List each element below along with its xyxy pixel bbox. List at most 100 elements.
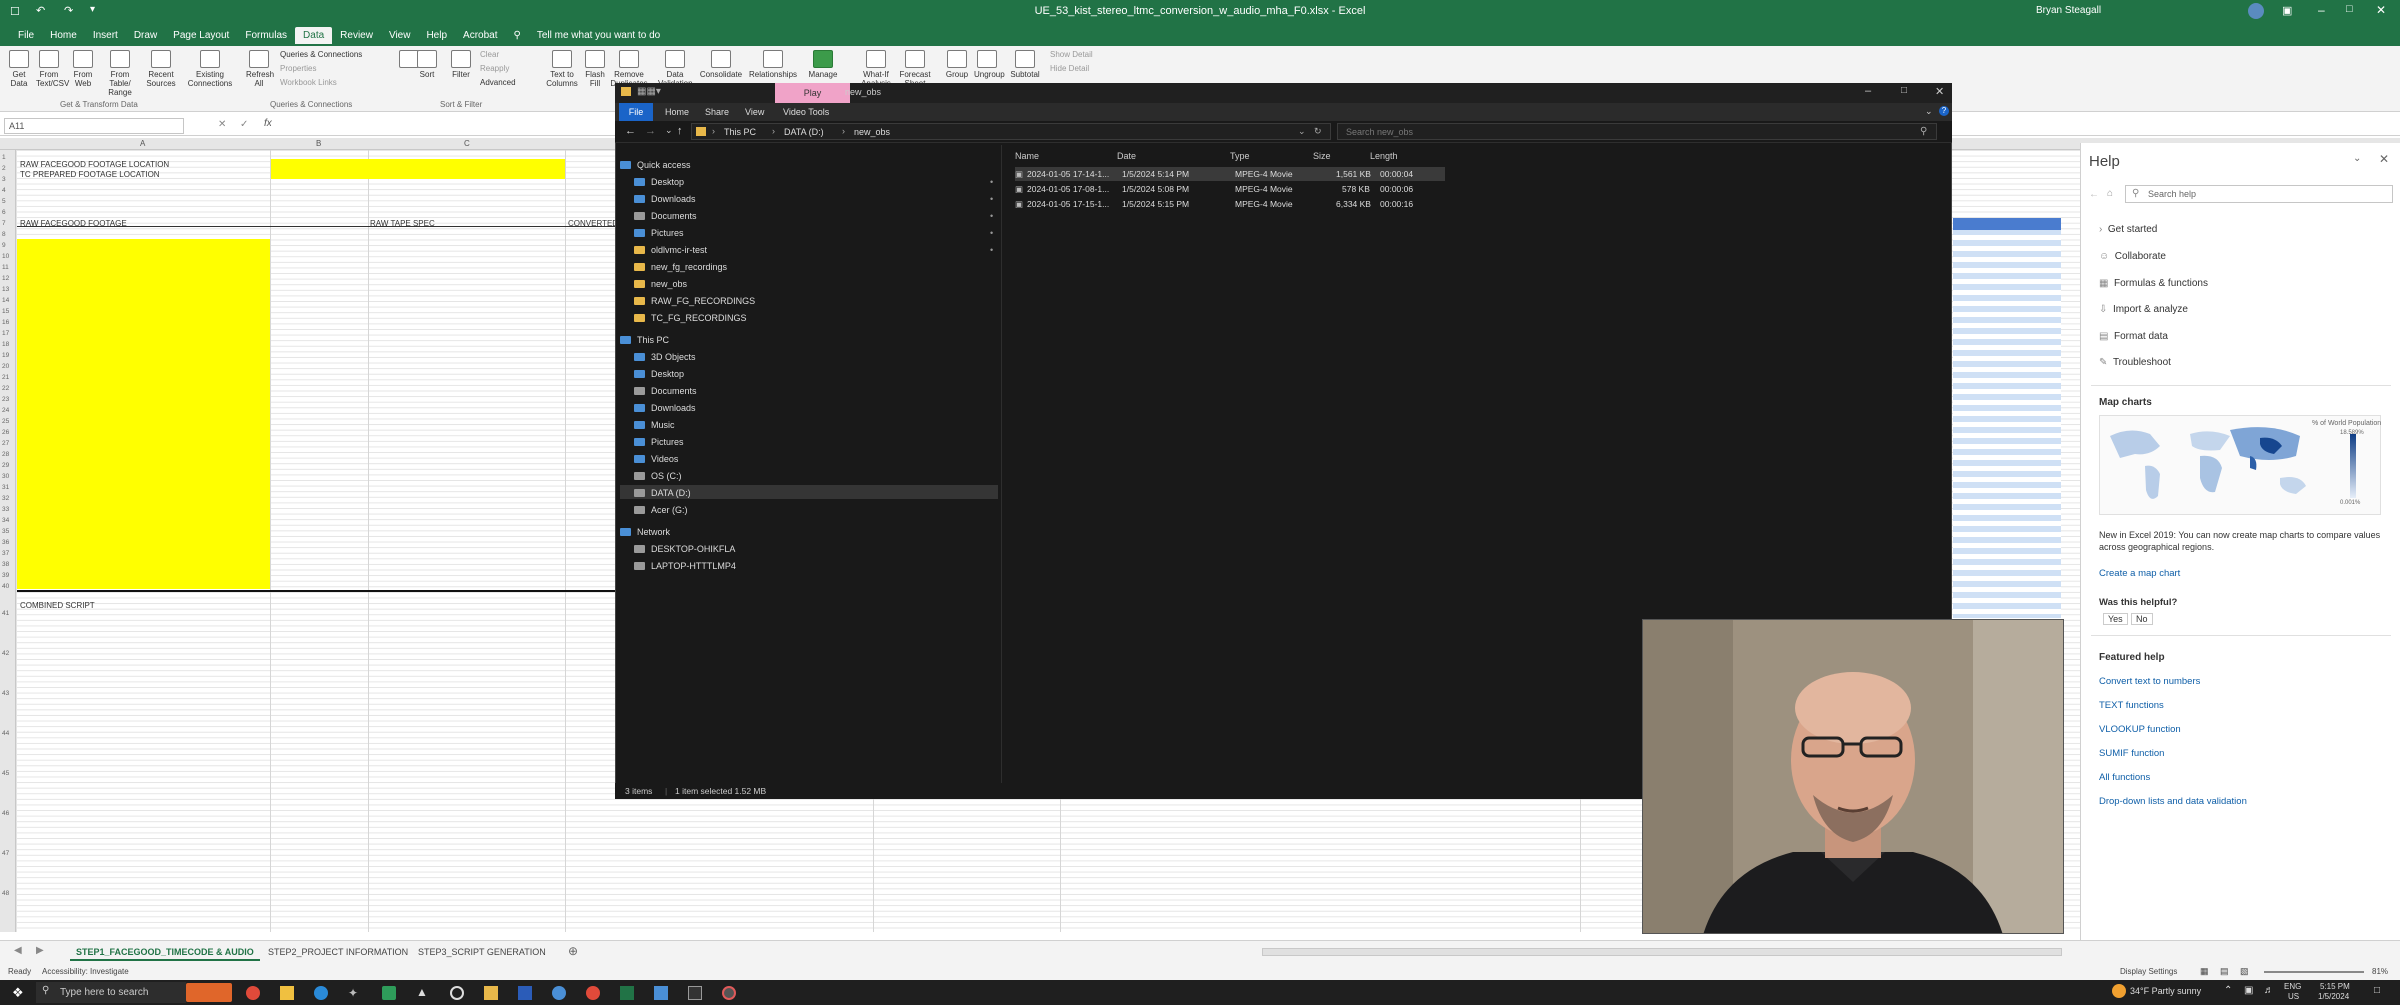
helpful-yes-button[interactable]: Yes — [2103, 613, 2128, 625]
row-number[interactable]: 26 — [2, 429, 9, 436]
nav-pc-item[interactable]: Videos — [634, 454, 678, 464]
undo-icon[interactable]: ↶ — [36, 4, 45, 17]
up-arrow-icon[interactable]: ↑ — [677, 125, 683, 137]
advanced-button[interactable]: Advanced — [480, 78, 516, 87]
explorer-search-box[interactable]: Search new_obs ⚲ — [1337, 123, 1937, 140]
app-icon[interactable]: ▲ — [416, 985, 428, 999]
row-number[interactable]: 37 — [2, 550, 9, 557]
nav-qa-folder[interactable]: new_fg_recordings — [634, 262, 727, 272]
nav-this-pc[interactable]: This PC — [620, 335, 669, 345]
tell-me-search[interactable]: Tell me what you want to do — [529, 27, 668, 44]
file-row[interactable]: ▣ 2024-01-05 17-08-1... 1/5/2024 5:08 PM… — [1015, 182, 1445, 196]
row-number[interactable]: 12 — [2, 275, 9, 282]
close-icon[interactable]: ✕ — [2376, 3, 2386, 17]
flash-fill-button[interactable]: Flash Fill — [582, 50, 608, 90]
tab-help[interactable]: Help — [418, 27, 455, 44]
row-number[interactable]: 40 — [2, 583, 9, 590]
expand-ribbon-icon[interactable]: ⌄ — [1925, 106, 1933, 117]
explorer-close-icon[interactable]: ✕ — [1935, 85, 1944, 98]
tab-acrobat[interactable]: Acrobat — [455, 27, 505, 44]
tray-chevron-icon[interactable]: ⌃ — [2224, 985, 2232, 996]
file-row-selected[interactable]: ▣ 2024-01-05 17-14-1... 1/5/2024 5:14 PM… — [1015, 167, 1445, 181]
search-highlight-icon[interactable] — [186, 983, 232, 1002]
row-number[interactable]: 46 — [2, 810, 9, 817]
explorer-tab-home[interactable]: Home — [665, 107, 689, 117]
row-number[interactable]: 41 — [2, 610, 9, 617]
row-number[interactable]: 20 — [2, 363, 9, 370]
properties-button[interactable]: Properties — [280, 64, 316, 73]
pin-icon[interactable]: • — [990, 194, 993, 204]
create-map-chart-link[interactable]: Create a map chart — [2099, 568, 2180, 579]
taskbar-search-input[interactable]: Type here to search — [60, 987, 148, 998]
forward-arrow-icon[interactable]: → — [645, 125, 656, 137]
help-search-input[interactable]: Search help — [2148, 189, 2196, 199]
blue-data-column[interactable] — [1953, 218, 2061, 618]
blue-header-cell[interactable] — [1953, 218, 2061, 230]
row-number[interactable]: 9 — [2, 242, 6, 249]
row-number[interactable]: 35 — [2, 528, 9, 535]
tab-page-layout[interactable]: Page Layout — [165, 27, 237, 44]
app-icon[interactable] — [382, 986, 396, 1000]
column-name[interactable]: Name — [1015, 151, 1039, 161]
cell-raw-location[interactable]: RAW FACEGOOD FOOTAGE LOCATION — [20, 160, 169, 169]
chrome-icon[interactable] — [246, 986, 260, 1000]
prev-sheet-icon[interactable]: ◀ — [14, 945, 22, 956]
nav-network-item[interactable]: DESKTOP-OHIKFLA — [634, 544, 735, 554]
row-number[interactable]: 24 — [2, 407, 9, 414]
row-number[interactable]: 16 — [2, 319, 9, 326]
cell-tc-location[interactable]: TC PREPARED FOOTAGE LOCATION — [20, 170, 160, 179]
row-number[interactable]: 48 — [2, 890, 9, 897]
word-icon[interactable] — [518, 986, 532, 1000]
nav-pc-item[interactable]: Music — [634, 420, 675, 430]
quick-access-menu-icon[interactable]: ▾ — [90, 4, 95, 15]
app-icon[interactable] — [552, 986, 566, 1000]
clock-date[interactable]: 1/5/2024 — [2318, 992, 2349, 1001]
column-size[interactable]: Size — [1313, 151, 1331, 161]
nav-pc-item-selected[interactable]: DATA (D:) — [634, 488, 691, 498]
weather-icon[interactable] — [2112, 984, 2126, 998]
page-break-view-icon[interactable]: ▧ — [2240, 966, 2249, 977]
recent-sources-button[interactable]: Recent Sources — [144, 50, 178, 90]
pane-divider[interactable] — [1001, 145, 1002, 785]
pin-icon[interactable]: • — [990, 245, 993, 255]
row-number[interactable]: 29 — [2, 462, 9, 469]
nav-pc-item[interactable]: 3D Objects — [634, 352, 696, 362]
sheet-tab-step3[interactable]: STEP3_SCRIPT GENERATION — [412, 945, 552, 959]
from-table-button[interactable]: From Table/ Range — [102, 50, 138, 97]
cell-converted-header[interactable]: CONVERTED — [568, 219, 618, 228]
help-home-icon[interactable]: ⌂ — [2107, 188, 2113, 199]
file-row[interactable]: ▣ 2024-01-05 17-15-1... 1/5/2024 5:15 PM… — [1015, 197, 1445, 211]
row-number[interactable]: 47 — [2, 850, 9, 857]
row-number[interactable]: 42 — [2, 650, 9, 657]
taskbar-search-box[interactable]: ⚲ Type here to search — [36, 982, 186, 1003]
obs-icon[interactable] — [722, 986, 736, 1000]
explorer-minimize-icon[interactable]: – — [1865, 85, 1871, 97]
weather-text[interactable]: 34°F Partly sunny — [2130, 986, 2201, 996]
nav-qa-downloads[interactable]: Downloads — [634, 194, 696, 204]
clock-time[interactable]: 5:15 PM — [2320, 982, 2350, 991]
text-to-columns-button[interactable]: Text to Columns — [546, 50, 578, 90]
map-chart-image[interactable]: % of World Population 18.589% 0.001% — [2099, 415, 2381, 515]
existing-connections-button[interactable]: Existing Connections — [186, 50, 234, 90]
row-number[interactable]: 13 — [2, 286, 9, 293]
yellow-footage-range[interactable] — [17, 239, 270, 589]
row-number[interactable]: 2 — [2, 165, 6, 172]
help-back-icon[interactable]: ← — [2089, 189, 2099, 200]
file-explorer-taskbar-icon[interactable] — [280, 986, 294, 1000]
yellow-location-cell[interactable] — [271, 159, 565, 179]
user-avatar[interactable] — [2248, 3, 2264, 19]
nav-pc-item[interactable]: Documents — [634, 386, 697, 396]
refresh-icon[interactable]: ↻ — [1314, 126, 1322, 137]
row-number[interactable]: 31 — [2, 484, 9, 491]
autosave-icon[interactable]: ☐ — [10, 5, 20, 18]
tab-insert[interactable]: Insert — [85, 27, 126, 44]
row-number[interactable]: 11 — [2, 264, 9, 271]
nav-pc-item[interactable]: Downloads — [634, 403, 696, 413]
row-number[interactable]: 27 — [2, 440, 9, 447]
display-settings-button[interactable]: Display Settings — [2120, 967, 2177, 976]
tab-draw[interactable]: Draw — [126, 27, 165, 44]
row-number[interactable]: 36 — [2, 539, 9, 546]
row-number[interactable]: 32 — [2, 495, 9, 502]
play-context-tab[interactable]: Play — [775, 83, 850, 103]
column-header-c[interactable]: C — [464, 139, 470, 148]
